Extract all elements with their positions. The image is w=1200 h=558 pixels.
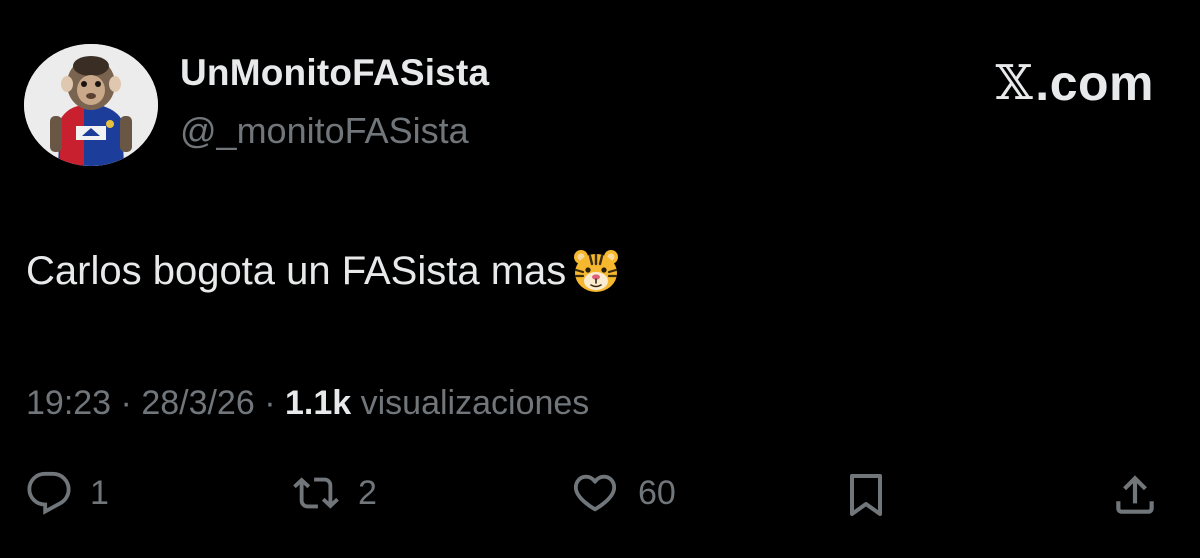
- bookmark-button[interactable]: [842, 470, 890, 520]
- tiger-face-icon: [574, 250, 619, 292]
- brand-label: .com: [1035, 55, 1154, 111]
- reply-icon: [27, 471, 71, 515]
- tweet-body: Carlos bogota un FASista mas: [26, 248, 567, 293]
- reply-button[interactable]: 1: [26, 470, 109, 516]
- tweet-action-bar: 1 2 60: [0, 470, 1200, 530]
- avatar-monkey-image: [24, 44, 158, 166]
- bookmark-icon: [850, 474, 882, 516]
- views-count[interactable]: 1.1k: [285, 384, 351, 423]
- avatar[interactable]: [24, 44, 158, 166]
- share-icon: [1116, 475, 1154, 514]
- repost-icon: [293, 477, 339, 509]
- meta-separator: ·: [111, 384, 142, 422]
- reply-count: 1: [90, 473, 109, 512]
- meta-separator: ·: [254, 384, 285, 422]
- tweet-date[interactable]: 28/3/26: [141, 384, 254, 423]
- author-display-name[interactable]: UnMonitoFASista: [180, 52, 489, 94]
- x-brand-logo: 𝕏 .com: [996, 54, 1154, 112]
- author-handle[interactable]: @_monitoFASista: [180, 110, 469, 152]
- like-button[interactable]: 60: [570, 470, 676, 516]
- tweet-text: Carlos bogota un FASista mas: [26, 248, 620, 294]
- repost-count: 2: [358, 473, 377, 512]
- views-label[interactable]: visualizaciones: [361, 384, 590, 423]
- like-count: 60: [638, 473, 676, 512]
- tweet-meta: 19:23 · 28/3/26 · 1.1k visualizaciones: [26, 384, 589, 423]
- repost-button[interactable]: 2: [292, 470, 377, 516]
- tweet-time[interactable]: 19:23: [26, 384, 111, 423]
- heart-icon: [573, 474, 617, 512]
- x-logo-icon: 𝕏: [995, 55, 1034, 111]
- share-button[interactable]: [1110, 470, 1160, 520]
